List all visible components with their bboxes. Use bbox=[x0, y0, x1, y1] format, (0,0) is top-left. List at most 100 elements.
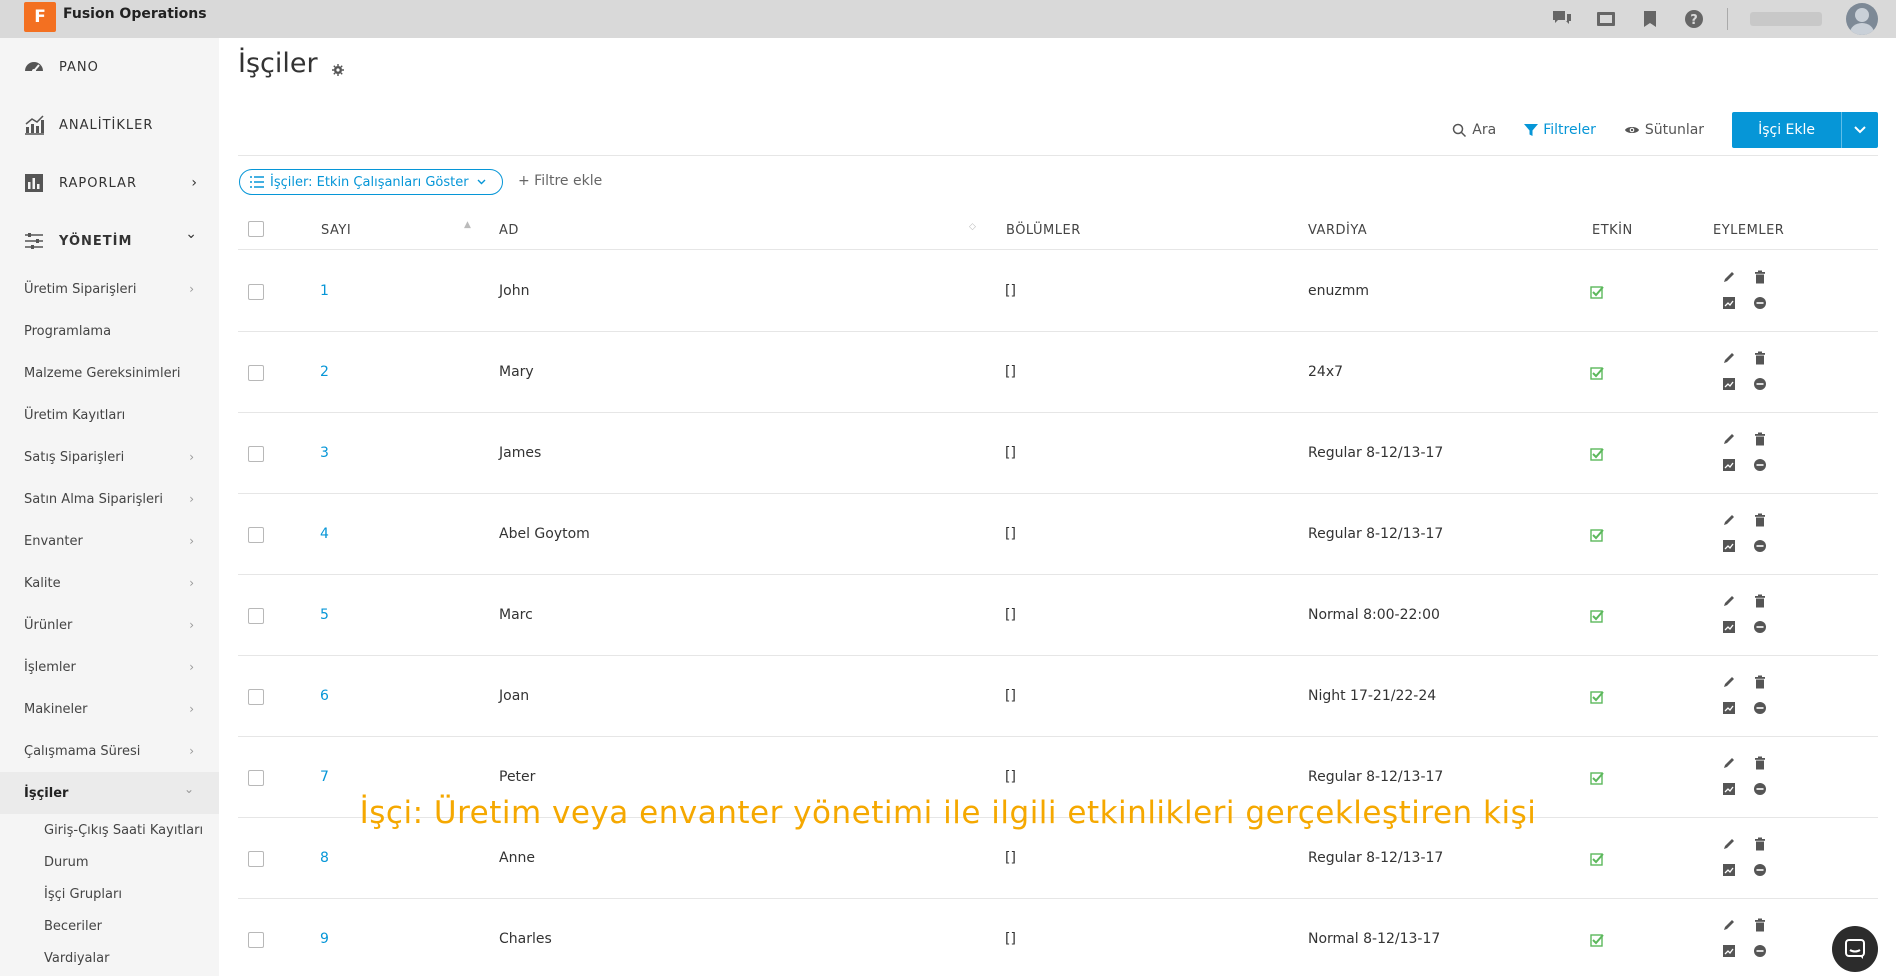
report-chart-icon[interactable] bbox=[1722, 296, 1736, 310]
row-checkbox[interactable] bbox=[248, 365, 264, 381]
search-button[interactable]: Ara bbox=[1452, 122, 1496, 138]
worker-number-link[interactable]: 4 bbox=[320, 526, 329, 542]
delete-icon[interactable] bbox=[1753, 675, 1767, 689]
report-chart-icon[interactable] bbox=[1722, 377, 1736, 391]
column-header-shift[interactable]: VARDİYA bbox=[1308, 223, 1367, 238]
row-checkbox[interactable] bbox=[248, 284, 264, 300]
delete-icon[interactable] bbox=[1753, 837, 1767, 851]
row-checkbox[interactable] bbox=[248, 770, 264, 786]
deactivate-icon[interactable] bbox=[1753, 539, 1767, 553]
sidebar-item-pano[interactable]: PANO bbox=[0, 38, 219, 96]
edit-icon[interactable] bbox=[1722, 270, 1736, 284]
worker-number-link[interactable]: 5 bbox=[320, 607, 329, 623]
sidebar-item-operations[interactable]: İşlemler › bbox=[0, 646, 219, 688]
sidebar-item-inventory[interactable]: Envanter › bbox=[0, 520, 219, 562]
edit-icon[interactable] bbox=[1722, 837, 1736, 851]
edit-icon[interactable] bbox=[1722, 918, 1736, 932]
column-header-number[interactable]: SAYI bbox=[321, 223, 351, 238]
sidebar-item-reports[interactable]: RAPORLAR › bbox=[0, 154, 219, 212]
sidebar-item-production-records[interactable]: Üretim Kayıtları bbox=[0, 394, 219, 436]
table-row[interactable]: 2 Mary [] 24x7 bbox=[238, 332, 1878, 413]
report-chart-icon[interactable] bbox=[1722, 458, 1736, 472]
deactivate-icon[interactable] bbox=[1753, 944, 1767, 958]
report-chart-icon[interactable] bbox=[1722, 782, 1736, 796]
row-checkbox[interactable] bbox=[248, 932, 264, 948]
filters-button[interactable]: Filtreler bbox=[1524, 122, 1596, 138]
row-checkbox[interactable] bbox=[248, 689, 264, 705]
edit-icon[interactable] bbox=[1722, 351, 1736, 365]
delete-icon[interactable] bbox=[1753, 270, 1767, 284]
select-all-checkbox[interactable] bbox=[248, 221, 264, 237]
sidebar-item-machines[interactable]: Makineler › bbox=[0, 688, 219, 730]
sidebar-item-shifts[interactable]: Vardiyalar bbox=[0, 942, 219, 974]
table-row[interactable]: 3 James [] Regular 8-12/13-17 bbox=[238, 413, 1878, 494]
row-checkbox[interactable] bbox=[248, 446, 264, 462]
report-chart-icon[interactable] bbox=[1722, 539, 1736, 553]
column-header-active[interactable]: ETKİN bbox=[1592, 223, 1633, 238]
report-chart-icon[interactable] bbox=[1722, 944, 1736, 958]
sidebar-item-status[interactable]: Durum bbox=[0, 846, 219, 878]
column-header-departments[interactable]: BÖLÜMLER bbox=[1006, 223, 1081, 238]
table-row[interactable]: 6 Joan [] Night 17-21/22-24 bbox=[238, 656, 1878, 737]
add-worker-button[interactable]: İşçi Ekle bbox=[1732, 112, 1842, 148]
edit-icon[interactable] bbox=[1722, 594, 1736, 608]
row-checkbox[interactable] bbox=[248, 851, 264, 867]
delete-icon[interactable] bbox=[1753, 351, 1767, 365]
report-chart-icon[interactable] bbox=[1722, 863, 1736, 877]
columns-button[interactable]: Sütunlar bbox=[1624, 122, 1704, 138]
user-name-blurred[interactable] bbox=[1750, 12, 1822, 26]
avatar[interactable] bbox=[1846, 3, 1878, 35]
sidebar-item-products[interactable]: Ürünler › bbox=[0, 604, 219, 646]
delete-icon[interactable] bbox=[1753, 756, 1767, 770]
table-row[interactable]: 4 Abel Goytom [] Regular 8-12/13-17 bbox=[238, 494, 1878, 575]
sidebar-item-skills[interactable]: Beceriler bbox=[0, 910, 219, 942]
sidebar-item-management[interactable]: YÖNETİM ⌄ bbox=[0, 212, 219, 270]
deactivate-icon[interactable] bbox=[1753, 782, 1767, 796]
gear-icon[interactable] bbox=[332, 64, 344, 76]
deactivate-icon[interactable] bbox=[1753, 863, 1767, 877]
display-icon[interactable] bbox=[1595, 8, 1617, 30]
sort-icon[interactable]: ◇ bbox=[969, 222, 976, 232]
worker-number-link[interactable]: 2 bbox=[320, 364, 329, 380]
sidebar-item-production-orders[interactable]: Üretim Siparişleri › bbox=[0, 268, 219, 310]
worker-number-link[interactable]: 7 bbox=[320, 769, 329, 785]
deactivate-icon[interactable] bbox=[1753, 701, 1767, 715]
deactivate-icon[interactable] bbox=[1753, 377, 1767, 391]
worker-number-link[interactable]: 8 bbox=[320, 850, 329, 866]
report-chart-icon[interactable] bbox=[1722, 701, 1736, 715]
worker-number-link[interactable]: 6 bbox=[320, 688, 329, 704]
sidebar-item-material-requirements[interactable]: Malzeme Gereksinimleri bbox=[0, 352, 219, 394]
deactivate-icon[interactable] bbox=[1753, 620, 1767, 634]
delete-icon[interactable] bbox=[1753, 432, 1767, 446]
row-checkbox[interactable] bbox=[248, 608, 264, 624]
table-row[interactable]: 5 Marc [] Normal 8:00-22:00 bbox=[238, 575, 1878, 656]
add-worker-dropdown[interactable] bbox=[1842, 112, 1878, 148]
deactivate-icon[interactable] bbox=[1753, 458, 1767, 472]
sidebar-item-analytics[interactable]: ANALİTİKLER bbox=[0, 96, 219, 154]
worker-number-link[interactable]: 3 bbox=[320, 445, 329, 461]
delete-icon[interactable] bbox=[1753, 594, 1767, 608]
edit-icon[interactable] bbox=[1722, 675, 1736, 689]
sidebar-item-sales-orders[interactable]: Satış Siparişleri › bbox=[0, 436, 219, 478]
sidebar-item-scheduling[interactable]: Programlama bbox=[0, 310, 219, 352]
row-checkbox[interactable] bbox=[248, 527, 264, 543]
chat-support-button[interactable] bbox=[1832, 926, 1878, 972]
bookmark-icon[interactable] bbox=[1639, 8, 1661, 30]
edit-icon[interactable] bbox=[1722, 756, 1736, 770]
column-header-name[interactable]: AD bbox=[499, 223, 519, 238]
active-filter-chip[interactable]: İşçiler: Etkin Çalışanları Göster bbox=[239, 169, 503, 195]
app-logo[interactable]: F bbox=[24, 2, 56, 32]
sidebar-item-purchase-orders[interactable]: Satın Alma Siparişleri › bbox=[0, 478, 219, 520]
delete-icon[interactable] bbox=[1753, 513, 1767, 527]
worker-number-link[interactable]: 9 bbox=[320, 931, 329, 947]
report-chart-icon[interactable] bbox=[1722, 620, 1736, 634]
add-filter-button[interactable]: + Filtre ekle bbox=[518, 173, 602, 189]
sidebar-item-downtime[interactable]: Çalışmama Süresi › bbox=[0, 730, 219, 772]
help-icon[interactable]: ? bbox=[1683, 8, 1705, 30]
deactivate-icon[interactable] bbox=[1753, 296, 1767, 310]
table-row[interactable]: 9 Charles [] Normal 8-12/13-17 bbox=[238, 899, 1878, 976]
delete-icon[interactable] bbox=[1753, 918, 1767, 932]
edit-icon[interactable] bbox=[1722, 432, 1736, 446]
edit-icon[interactable] bbox=[1722, 513, 1736, 527]
sidebar-item-worker-groups[interactable]: İşçi Grupları bbox=[0, 878, 219, 910]
